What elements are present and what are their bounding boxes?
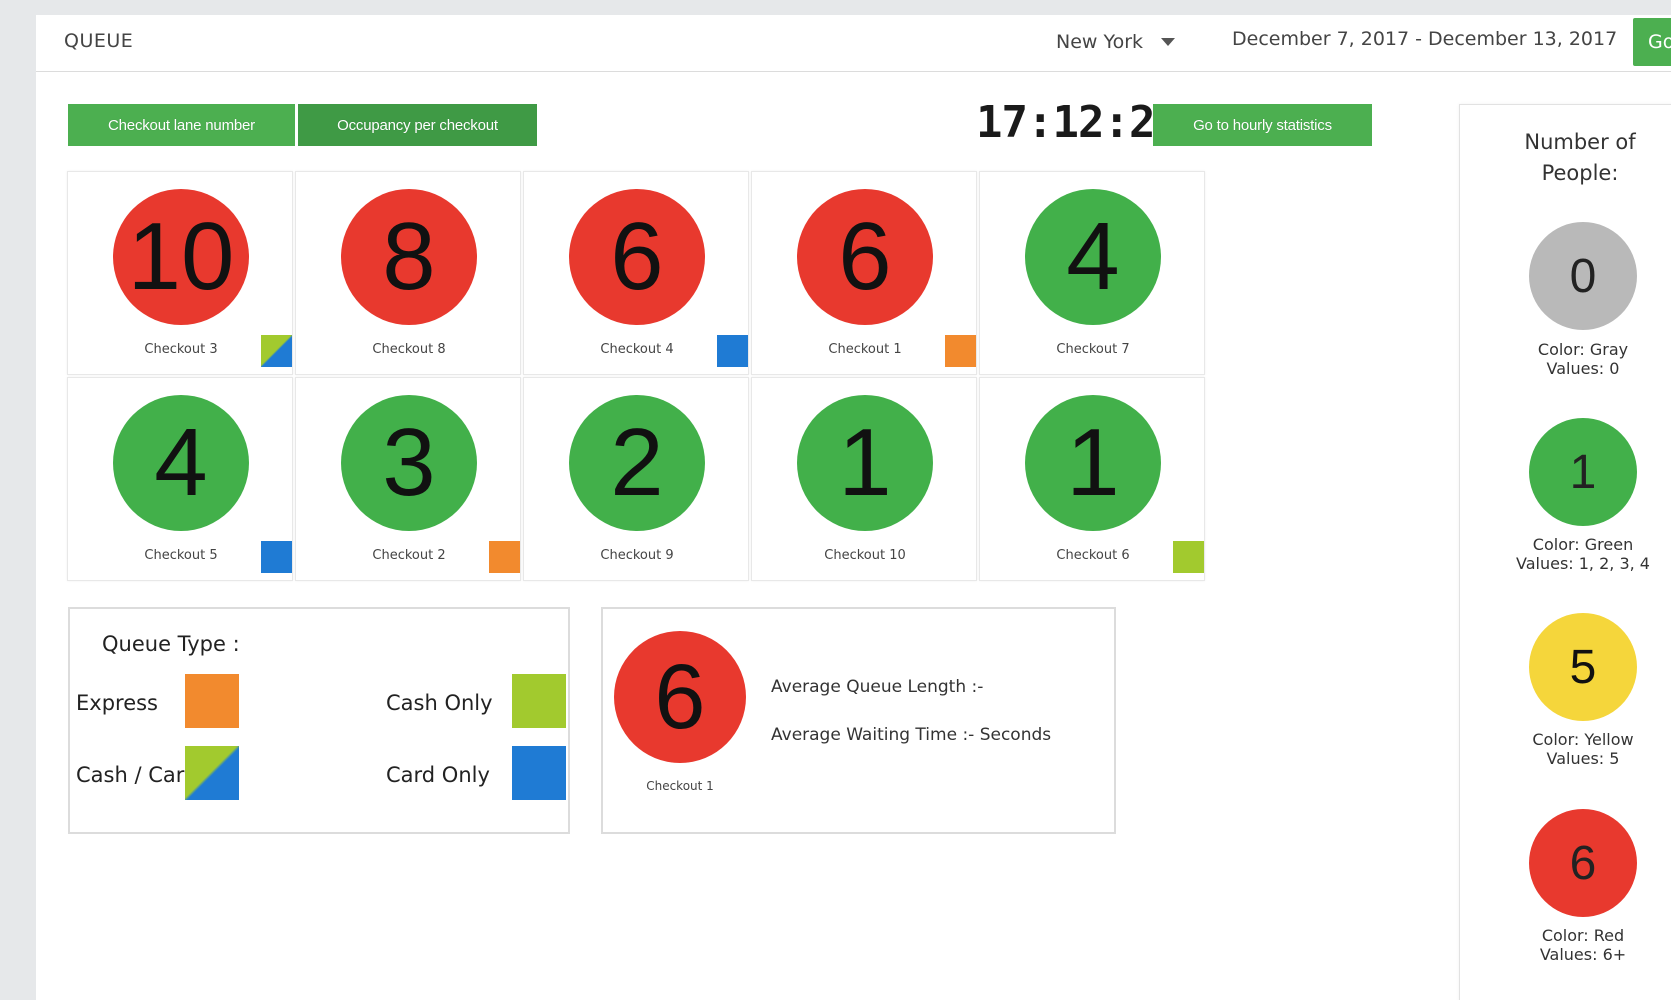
checkout-card[interactable]: 4 Checkout 7 xyxy=(979,171,1205,375)
go-button[interactable]: Go xyxy=(1633,18,1671,66)
cash-only-swatch xyxy=(512,674,566,728)
occupancy-bubble: 8 xyxy=(341,189,477,325)
yellow-values-text: Values: 5 xyxy=(1546,749,1620,768)
queue-type-legend: Queue Type : Express Cash Only Cash / Ca… xyxy=(68,607,570,834)
checkout-card[interactable]: 6 Checkout 4 xyxy=(523,171,749,375)
legend-label-cash-card: Cash / Card xyxy=(76,763,198,787)
queue-type-badge xyxy=(489,541,520,573)
occupancy-bubble: 1 xyxy=(1025,395,1161,531)
checkout-label: Checkout 10 xyxy=(824,548,906,563)
detail-checkout-label: Checkout 1 xyxy=(646,779,714,793)
occupancy-bubble: 4 xyxy=(113,395,249,531)
app-title: QUEUE xyxy=(64,30,134,52)
legend-label-card-only: Card Only xyxy=(386,763,490,787)
legend-label-express: Express xyxy=(76,691,159,715)
gray-color-text: Color: Gray xyxy=(1537,340,1629,359)
checkout-card[interactable]: 3 Checkout 2 xyxy=(295,377,521,581)
yellow-legend-caption: Color: Yellow Values: 5 xyxy=(1460,730,1671,768)
green-color-text: Color: Green xyxy=(1532,535,1634,554)
checkout-card[interactable]: 6 Checkout 1 xyxy=(751,171,977,375)
red-values-text: Values: 6+ xyxy=(1539,945,1627,964)
city-dropdown[interactable]: New York xyxy=(1056,28,1176,56)
queue-type-badge xyxy=(261,541,292,573)
checkout-card[interactable]: 8 Checkout 8 xyxy=(295,171,521,375)
gray-legend-caption: Color: Gray Values: 0 xyxy=(1460,340,1671,378)
green-legend-caption: Color: Green Values: 1, 2, 3, 4 xyxy=(1460,535,1671,573)
checkout-lane-number-button[interactable]: Checkout lane number xyxy=(68,104,295,146)
checkout-grid: 10 Checkout 3 8 Checkout 8 6 Checkout 4 6 Check… xyxy=(67,171,1209,581)
occupancy-bubble: 1 xyxy=(797,395,933,531)
date-range-picker[interactable]: December 7, 2017 - December 13, 2017 xyxy=(1232,28,1617,50)
gray-values-text: Values: 0 xyxy=(1546,359,1620,378)
average-queue-length: Average Queue Length :- xyxy=(771,677,984,697)
checkout-label: Checkout 8 xyxy=(372,342,446,357)
city-dropdown-value: New York xyxy=(1056,31,1144,53)
occupancy-bubble: 6 xyxy=(569,189,705,325)
red-legend-caption: Color: Red Values: 6+ xyxy=(1460,926,1671,964)
cash-card-swatch xyxy=(185,746,239,800)
queue-type-badge xyxy=(261,335,292,367)
yellow-color-text: Color: Yellow xyxy=(1532,730,1634,749)
top-bar: QUEUE New York December 7, 2017 - Decemb… xyxy=(36,15,1671,72)
occupancy-bubble: 10 xyxy=(113,189,249,325)
people-color-legend: Number of People: 0 Color: Gray Values: … xyxy=(1459,104,1671,1000)
gray-legend-bubble: 0 xyxy=(1529,222,1637,330)
queue-type-legend-title: Queue Type : xyxy=(102,632,240,656)
express-swatch xyxy=(185,674,239,728)
average-waiting-time: Average Waiting Time :- Seconds xyxy=(771,725,1052,745)
legend-label-cash-only: Cash Only xyxy=(386,691,493,715)
checkout-card[interactable]: 2 Checkout 9 xyxy=(523,377,749,581)
occupancy-bubble: 6 xyxy=(797,189,933,325)
occupancy-bubble: 2 xyxy=(569,395,705,531)
checkout-detail-panel: 6 Checkout 1 Average Queue Length :- Ave… xyxy=(601,607,1116,834)
people-legend-title-line2: People: xyxy=(1541,161,1619,185)
checkout-card[interactable]: 10 Checkout 3 xyxy=(67,171,293,375)
queue-type-badge xyxy=(717,335,748,367)
hourly-statistics-button[interactable]: Go to hourly statistics xyxy=(1153,104,1372,146)
occupancy-bubble: 4 xyxy=(1025,189,1161,325)
checkout-card[interactable]: 4 Checkout 5 xyxy=(67,377,293,581)
people-legend-title: Number of People: xyxy=(1460,127,1671,189)
card-only-swatch xyxy=(512,746,566,800)
queue-type-badge xyxy=(1173,541,1204,573)
red-color-text: Color: Red xyxy=(1541,926,1625,945)
queue-type-badge xyxy=(945,335,976,367)
detail-count-bubble: 6 xyxy=(614,631,746,763)
checkout-label: Checkout 9 xyxy=(600,548,674,563)
green-values-text: Values: 1, 2, 3, 4 xyxy=(1516,554,1650,573)
people-legend-title-line1: Number of xyxy=(1524,130,1636,154)
occupancy-per-checkout-button[interactable]: Occupancy per checkout xyxy=(298,104,537,146)
chevron-down-icon xyxy=(1161,38,1176,46)
red-legend-bubble: 6 xyxy=(1529,809,1637,917)
digital-clock: 17:12:29 xyxy=(976,97,1181,148)
app-page: QUEUE New York December 7, 2017 - Decemb… xyxy=(36,15,1671,1000)
checkout-label: Checkout 7 xyxy=(1056,342,1130,357)
checkout-card[interactable]: 1 Checkout 6 xyxy=(979,377,1205,581)
green-legend-bubble: 1 xyxy=(1529,418,1637,526)
checkout-card[interactable]: 1 Checkout 10 xyxy=(751,377,977,581)
yellow-legend-bubble: 5 xyxy=(1529,613,1637,721)
occupancy-bubble: 3 xyxy=(341,395,477,531)
